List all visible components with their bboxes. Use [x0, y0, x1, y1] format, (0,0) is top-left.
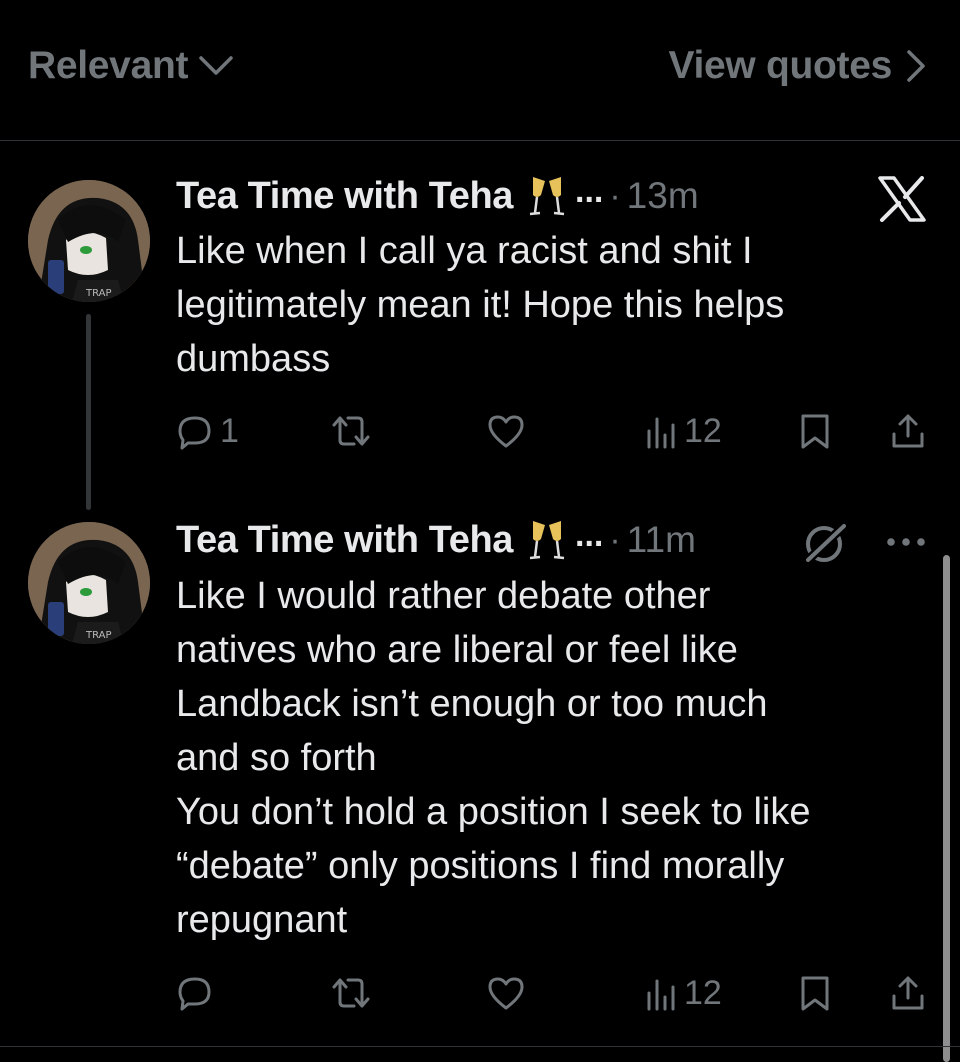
post-actions: 1 12 — [176, 412, 936, 456]
views-button[interactable]: 12 — [644, 412, 722, 451]
champagne-emoji — [527, 173, 567, 219]
avatar[interactable]: TRAP — [28, 180, 150, 302]
reply-icon — [178, 416, 211, 449]
chevron-right-icon — [907, 50, 925, 82]
svg-text:TRAP: TRAP — [85, 630, 112, 641]
like-button[interactable] — [486, 974, 532, 1012]
post-header: Tea Time with Teha ... · 11m — [176, 516, 696, 564]
reply-icon — [178, 977, 211, 1011]
repost-button[interactable] — [328, 974, 380, 1012]
like-button[interactable] — [486, 412, 532, 450]
reply-button[interactable]: 1 — [176, 412, 239, 451]
separator-dot: · — [609, 520, 621, 559]
thread-connector-line — [86, 314, 91, 510]
post-text: Like when I call ya racist and shit I le… — [176, 230, 785, 380]
post-time[interactable]: 13m — [627, 175, 699, 217]
repost-icon — [332, 416, 370, 446]
bookmark-icon — [801, 414, 829, 449]
post-header: Tea Time with Teha ... · 13m — [176, 172, 699, 220]
reply-count: 1 — [220, 412, 239, 450]
grok-icon[interactable] — [800, 520, 850, 566]
like-icon — [488, 977, 524, 1010]
sort-relevant-button[interactable]: Relevant — [28, 44, 234, 88]
views-count: 12 — [684, 412, 722, 450]
bottom-divider — [0, 1046, 960, 1047]
view-quotes-label: View quotes — [668, 44, 892, 87]
post-time[interactable]: 11m — [627, 519, 696, 561]
repost-icon — [332, 978, 370, 1008]
share-icon — [892, 414, 924, 448]
views-button[interactable]: 12 — [644, 974, 722, 1013]
views-icon — [647, 417, 675, 448]
post-actions: 12 — [176, 974, 936, 1018]
view-quotes-button[interactable]: View quotes — [668, 44, 926, 88]
post-text: Like I would rather debate other natives… — [176, 575, 811, 941]
chevron-down-icon — [199, 56, 233, 75]
bookmark-icon — [801, 976, 829, 1011]
sort-label: Relevant — [28, 44, 189, 87]
reply-button[interactable] — [176, 974, 220, 1012]
separator-dot: · — [609, 176, 621, 215]
share-button[interactable] — [890, 974, 926, 1012]
name-truncation: ... — [575, 171, 604, 210]
bookmark-button[interactable] — [798, 412, 832, 450]
avatar-image: TRAP — [28, 180, 150, 302]
champagne-emoji — [527, 517, 567, 563]
share-icon — [892, 976, 924, 1010]
name-truncation: ... — [575, 515, 604, 554]
replies-toolbar: Relevant View quotes — [0, 0, 960, 141]
views-icon — [647, 979, 675, 1010]
repost-button[interactable] — [328, 412, 380, 450]
x-logo-icon — [878, 176, 926, 222]
svg-text:TRAP: TRAP — [85, 288, 112, 299]
share-button[interactable] — [890, 412, 926, 450]
author-name[interactable]: Tea Time with Teha — [176, 519, 513, 562]
avatar-image: TRAP — [28, 522, 150, 644]
avatar[interactable]: TRAP — [28, 522, 150, 644]
like-icon — [488, 415, 524, 448]
author-name[interactable]: Tea Time with Teha — [176, 175, 513, 218]
more-icon[interactable] — [884, 530, 928, 554]
bookmark-button[interactable] — [798, 974, 832, 1012]
scrollbar[interactable] — [943, 555, 950, 1062]
views-count: 12 — [684, 974, 722, 1012]
